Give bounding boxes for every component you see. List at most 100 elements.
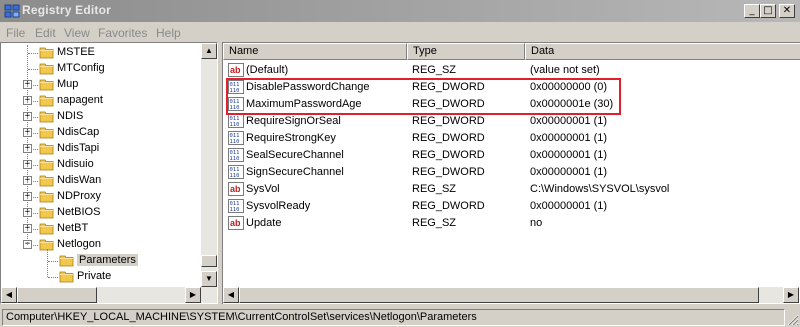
- value-data-cell: 0x00000001 (1): [530, 200, 608, 212]
- tree-item-label: Private: [77, 270, 112, 282]
- value-type-cell: REG_SZ: [412, 64, 457, 76]
- tree-item-mup[interactable]: + Mup: [1, 77, 201, 93]
- value-type-cell: REG_DWORD: [412, 149, 485, 161]
- tree-connector-line: [33, 165, 38, 166]
- minimize-button[interactable]: _: [744, 4, 760, 18]
- value-name-cell: RequireSignOrSeal: [246, 115, 341, 127]
- column-header-type[interactable]: Type: [407, 43, 525, 60]
- tree-connector-line: [33, 213, 38, 214]
- value-row-sysvol[interactable]: ab SysVol REG_SZ C:\Windows\SYSVOL\sysvol: [223, 181, 798, 198]
- svg-text:ab: ab: [230, 65, 241, 75]
- tree-item-ndisuio[interactable]: + Ndisuio: [1, 157, 201, 173]
- tree-vertical-scroll-thumb[interactable]: [201, 255, 217, 267]
- value-row-signsecurechannel[interactable]: 011 110 SignSecureChannel REG_DWORD 0x000000…: [223, 164, 798, 181]
- tree-item-label: MTConfig: [57, 62, 105, 74]
- value-type-cell: REG_DWORD: [412, 166, 485, 178]
- tree-item-ndistapi[interactable]: + NdisTapi: [1, 141, 201, 157]
- tree-item-private[interactable]: Private: [1, 269, 201, 285]
- value-type-cell: REG_DWORD: [412, 115, 485, 127]
- binary-value-icon: 011 110: [228, 165, 244, 179]
- column-header-name[interactable]: Name: [223, 43, 407, 60]
- folder-icon: [39, 126, 54, 139]
- maximize-button[interactable]: □: [760, 4, 776, 18]
- close-button[interactable]: ✕: [779, 4, 795, 18]
- tree-item-label: NdisCap: [57, 126, 100, 138]
- tree-horizontal-scroll-thumb[interactable]: [17, 287, 97, 303]
- resize-grip-icon[interactable]: [787, 314, 799, 326]
- folder-icon: [39, 174, 54, 187]
- value-row-requirestrongkey[interactable]: 011 110 RequireStrongKey REG_DWORD 0x0000000…: [223, 130, 798, 147]
- svg-text:ab: ab: [230, 218, 241, 228]
- title-bar[interactable]: Registry Editor _ □ ✕: [0, 0, 800, 22]
- value-row-requiresignorseal[interactable]: 011 110 RequireSignOrSeal REG_DWORD 0x000000…: [223, 113, 798, 130]
- tree-connector-line: [33, 181, 38, 182]
- tree-item-parameters[interactable]: Parameters: [1, 253, 201, 269]
- svg-text:110: 110: [230, 139, 240, 145]
- folder-icon: [59, 254, 74, 267]
- value-type-cell: REG_SZ: [412, 183, 457, 195]
- menu-favorites[interactable]: Favorites: [98, 26, 147, 40]
- tree-connector-line: [33, 85, 38, 86]
- menu-edit[interactable]: Edit: [35, 26, 56, 40]
- tree-item-label: NDProxy: [57, 190, 102, 202]
- registry-editor-window: Registry Editor _ □ ✕ File Edit View Fav…: [0, 0, 800, 327]
- tree-item-label: napagent: [57, 94, 103, 106]
- list-horizontal-scroll-thumb[interactable]: [239, 287, 759, 303]
- tree-horizontal-scrollbar[interactable]: ◀ ▶: [1, 287, 217, 303]
- tree-scroll-down-button[interactable]: ▼: [201, 271, 217, 287]
- key-tree-pane[interactable]: MSTEE MTConfig + Mup + napagent + NDIS + NdisCap +…: [0, 42, 218, 304]
- value-type-cell: REG_DWORD: [412, 132, 485, 144]
- value-data-cell: 0x00000001 (1): [530, 132, 608, 144]
- tree-item-netlogon[interactable]: − Netlogon: [1, 237, 201, 253]
- folder-icon: [39, 206, 54, 219]
- value-row-sysvolready[interactable]: 011 110 SysvolReady REG_DWORD 0x00000001 (1): [223, 198, 798, 215]
- folder-icon: [39, 190, 54, 203]
- tree-scroll-right-button[interactable]: ▶: [185, 287, 201, 303]
- tree-connector-line: [48, 261, 58, 262]
- tree-scroll-left-button[interactable]: ◀: [1, 287, 17, 303]
- tree-connector-line: [33, 197, 38, 198]
- menu-bar: File Edit View Favorites Help: [0, 22, 800, 42]
- value-row-sealsecurechannel[interactable]: 011 110 SealSecureChannel REG_DWORD 0x000000…: [223, 147, 798, 164]
- tree-item-label: NdisWan: [57, 174, 102, 186]
- folder-icon: [39, 62, 54, 75]
- column-header-data[interactable]: Data: [525, 43, 800, 60]
- folder-icon: [39, 110, 54, 123]
- value-data-cell: no: [530, 217, 543, 229]
- tree-item-ndiscap[interactable]: + NdisCap: [1, 125, 201, 141]
- status-path: Computer\HKEY_LOCAL_MACHINE\SYSTEM\Curre…: [2, 309, 785, 326]
- tree-item-ndiswan[interactable]: + NdisWan: [1, 173, 201, 189]
- tree-item-netbt[interactable]: + NetBT: [1, 221, 201, 237]
- values-list-pane[interactable]: Name Type Data ab (Default) REG_SZ (value n…: [222, 42, 800, 304]
- tree-connector-line: [33, 117, 38, 118]
- string-value-icon: ab: [228, 63, 244, 77]
- list-scroll-left-button[interactable]: ◀: [223, 287, 239, 303]
- tree-item-ndproxy[interactable]: + NDProxy: [1, 189, 201, 205]
- tree-connector-line: [33, 149, 38, 150]
- status-bar: Computer\HKEY_LOCAL_MACHINE\SYSTEM\Curre…: [0, 307, 800, 327]
- list-scroll-right-button[interactable]: ▶: [783, 287, 799, 303]
- svg-text:110: 110: [230, 173, 240, 179]
- window-title: Registry Editor: [22, 3, 112, 17]
- tree-connector-line: [33, 101, 38, 102]
- list-horizontal-scrollbar[interactable]: ◀ ▶: [223, 287, 799, 303]
- value-row-update[interactable]: ab Update REG_SZ no: [223, 215, 798, 232]
- tree-vertical-scrollbar[interactable]: ▲ ▼: [201, 43, 217, 287]
- menu-help[interactable]: Help: [156, 26, 181, 40]
- string-value-icon: ab: [228, 182, 244, 196]
- value-name-cell: (Default): [246, 64, 289, 76]
- tree-item-ndis[interactable]: + NDIS: [1, 109, 201, 125]
- menu-view[interactable]: View: [64, 26, 90, 40]
- tree-scroll-up-button[interactable]: ▲: [201, 43, 217, 59]
- highlight-annotation-box: [226, 78, 621, 115]
- tree-item-netbios[interactable]: + NetBIOS: [1, 205, 201, 221]
- folder-icon: [39, 142, 54, 155]
- tree-item-napagent[interactable]: + napagent: [1, 93, 201, 109]
- value-name-cell: SealSecureChannel: [246, 149, 344, 161]
- value-type-cell: REG_SZ: [412, 217, 457, 229]
- value-name-cell: Update: [246, 217, 282, 229]
- value-row-default[interactable]: ab (Default) REG_SZ (value not set): [223, 62, 798, 79]
- menu-file[interactable]: File: [6, 26, 25, 40]
- value-name-cell: SysVol: [246, 183, 280, 195]
- folder-icon: [39, 78, 54, 91]
